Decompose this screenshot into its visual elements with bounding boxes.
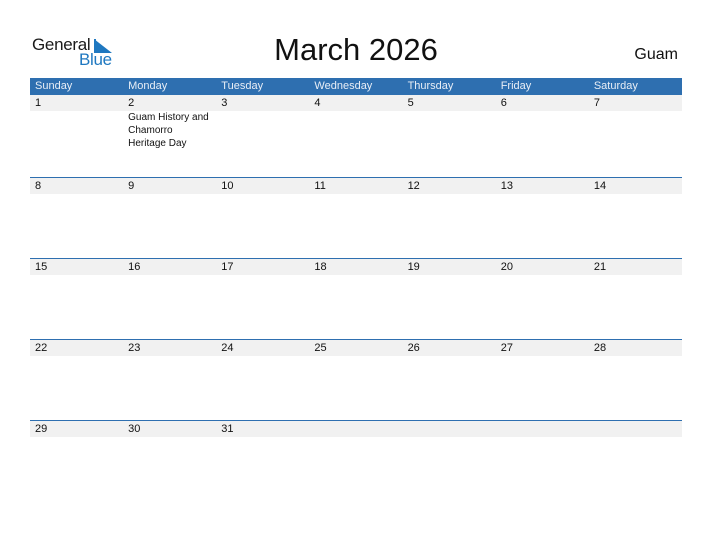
day-number-row: 8 9 10 11 12 13 14 — [30, 178, 682, 194]
region-label: Guam — [634, 46, 678, 63]
day-number: 31 — [221, 423, 234, 435]
day-number: 13 — [500, 180, 513, 192]
day-number: 16 — [128, 261, 141, 273]
weekday-monday: Monday — [128, 80, 168, 92]
weekday-thursday: Thursday — [407, 80, 454, 92]
weekday-friday: Friday — [500, 80, 532, 92]
day-number: 17 — [221, 261, 234, 273]
day-number: 15 — [35, 261, 48, 273]
day-number: 5 — [407, 97, 414, 109]
day-number: 19 — [407, 261, 420, 273]
day-number: 18 — [314, 261, 327, 273]
day-number: 23 — [128, 342, 141, 354]
calendar-title: March 2026 — [274, 32, 438, 67]
day-number — [496, 421, 589, 437]
calendar-week: 8 9 10 11 12 13 14 — [30, 177, 682, 258]
day-number — [589, 421, 682, 437]
day-number: 30 — [128, 423, 141, 435]
day-number: 9 — [128, 180, 135, 192]
day-number: 14 — [593, 180, 607, 192]
day-number: 2 — [128, 97, 135, 109]
day-number: 29 — [35, 423, 48, 435]
day-number: 24 — [221, 342, 234, 354]
day-number: 22 — [35, 342, 48, 354]
day-number: 1 — [35, 97, 42, 109]
day-number: 7 — [593, 97, 600, 109]
calendar-week: 29 30 31 — [30, 420, 682, 501]
weekday-tuesday: Tuesday — [221, 80, 264, 92]
day-number: 3 — [221, 97, 228, 109]
day-event — [589, 111, 682, 150]
day-event — [216, 111, 309, 150]
event-row: Guam History and Chamorro Heritage Day — [30, 111, 682, 150]
day-number: 27 — [500, 342, 513, 354]
day-event — [309, 111, 402, 150]
calendar-week: 15 16 17 18 19 20 21 — [30, 258, 682, 339]
day-number: 26 — [407, 342, 420, 354]
day-event: Guam History and Chamorro Heritage Day — [128, 112, 209, 149]
weekday-saturday: Saturday — [593, 80, 638, 92]
day-number-row: 1 2 3 4 5 6 7 — [30, 95, 682, 111]
day-number-row: 15 16 17 18 19 20 21 — [30, 259, 682, 275]
calendar-week: 22 23 24 25 26 27 28 — [30, 339, 682, 420]
day-number: 4 — [314, 97, 321, 109]
day-event — [403, 111, 496, 150]
calendar-grid: Sunday Monday Tuesday Wednesday Thursday… — [30, 78, 682, 501]
day-number: 21 — [593, 261, 607, 273]
day-number: 20 — [500, 261, 513, 273]
weekday-wednesday: Wednesday — [314, 80, 373, 92]
weekday-sunday: Sunday — [35, 80, 73, 92]
day-number: 25 — [314, 342, 327, 354]
day-number: 6 — [500, 97, 507, 109]
day-number: 10 — [221, 180, 234, 192]
day-event — [496, 111, 589, 150]
weekday-header: Sunday Monday Tuesday Wednesday Thursday… — [30, 78, 682, 95]
day-number-row: 22 23 24 25 26 27 28 — [30, 340, 682, 356]
day-number: 8 — [35, 180, 42, 192]
day-number: 11 — [314, 180, 326, 192]
day-number — [403, 421, 496, 437]
day-event — [30, 111, 123, 150]
day-number: 28 — [593, 342, 607, 354]
day-number: 12 — [407, 180, 420, 192]
weeks-container: 1 2 3 4 5 6 7 Guam History and Chamorro Heritag… — [30, 95, 682, 501]
day-number — [309, 421, 402, 437]
calendar-week: 1 2 3 4 5 6 7 Guam History and Chamorro Heritag… — [30, 95, 682, 177]
day-number-row: 29 30 31 — [30, 421, 682, 437]
